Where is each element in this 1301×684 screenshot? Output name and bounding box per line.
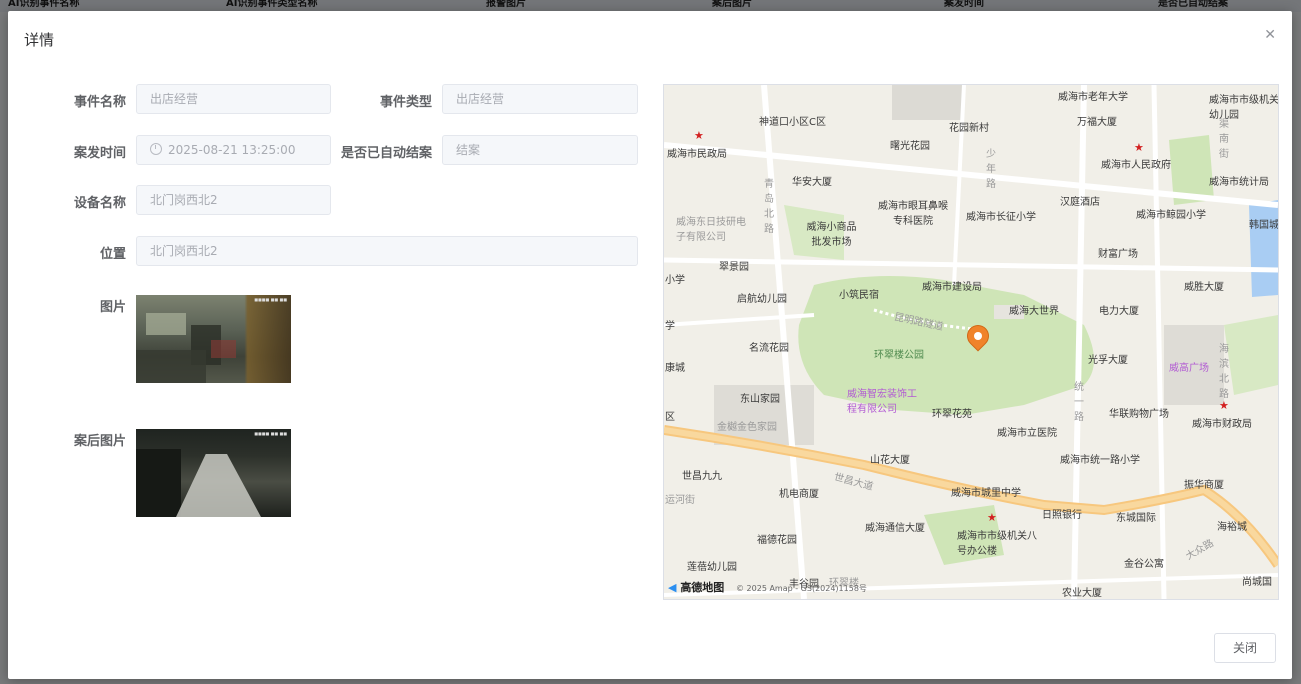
event-type-label: 事件类型 [379,95,432,110]
map-label: 光孚大厦 [1088,355,1128,366]
map-label: 福德花园 [757,535,797,546]
map-label: 威海市老年大学 [1058,92,1128,103]
amap-logo: ◀ 高德地图 [668,579,724,595]
map-label: 金谷公寓 [1124,559,1164,570]
map-label: 韩国城 [1249,220,1279,231]
map-label: 海滨北路 [1219,344,1229,400]
auto-closed-label: 是否已自动结案 [340,146,432,161]
map-label: 威海市长征小学 [966,212,1036,223]
map-label: 莲蓓幼儿园 [687,562,737,573]
map-label: 电力大厦 [1099,306,1139,317]
map-label: 花园新村 [949,123,989,134]
detail-dialog: 详情 ✕ 事件名称 出店经营 事件类型 出店经营 案发时间 2025-08-21… [8,11,1292,679]
map-label: 威高广场 [1169,363,1209,374]
map-copyright: © 2025 Amap - GS(2024)1158号 [736,584,867,593]
map-label: 威海市鲸园小学 [1136,210,1206,221]
map-label: 运河街 [665,495,695,506]
amap-logo-icon: ◀ [668,581,677,594]
event-name-field[interactable]: 出店经营 [136,84,331,114]
map-label: 曙光花园 [890,141,930,152]
map-label: 山花大厦 [870,455,910,466]
map-label: 威海市眼耳鼻喉专科医院 [878,201,948,227]
image-label: 图片 [99,300,126,315]
map-label: 财富广场 [1098,249,1138,260]
map-label: 环翠楼公园 [874,350,924,361]
device-name-field[interactable]: 北门岗西北2 [136,185,331,215]
map-label: 小学 [665,275,685,286]
map-label: 学 [665,321,675,332]
map-label: 翠景园 [719,262,749,273]
dialog-title: 详情 [24,31,55,49]
location-field[interactable]: 北门岗西北2 [136,236,638,266]
map-label: 威海智宏装饰工程有限公司 [847,389,917,415]
map-label: 东城国际 [1116,513,1156,524]
map-label: 华安大厦 [792,177,832,188]
map-label: 农业大厦 [1062,588,1102,599]
map-label: 区 [665,412,675,423]
map-label: 日照银行 [1042,510,1082,521]
map-label: 少年路 [986,149,996,190]
map-label: 金樾金色家园 [717,422,777,433]
map-label: 康城 [665,363,685,374]
map-label: 海裕城 [1217,522,1247,533]
map-label: 威海大世界 [1009,306,1059,317]
alarm-image[interactable]: ■■■■ ■■ ■■ [136,295,291,383]
map-label: 威海东日技研电子有限公司 [676,217,746,243]
device-name-label: 设备名称 [73,196,126,211]
map-label: 世昌九九 [682,471,722,482]
map-label: 名流花园 [749,343,789,354]
location-label: 位置 [99,247,126,262]
poi-star-icon: ★ [1219,399,1229,412]
map-label: 威海市建设局 [922,282,982,293]
map-label: 振华商厦 [1184,480,1224,491]
map-label: 启航幼儿园 [737,294,787,305]
map-label: 威海市民政局 [667,149,727,160]
poi-star-icon: ★ [1134,141,1144,154]
map-label: 威海市统一路小学 [1060,455,1140,466]
map-label: 华联购物广场 [1109,409,1169,420]
auto-closed-field[interactable]: 结案 [442,135,638,165]
map-label: 尚城国 [1242,577,1272,588]
poi-star-icon: ★ [694,129,704,142]
map-label: 威海市人民政府 [1101,160,1171,171]
after-image[interactable]: ■■■■ ■■ ■■ [136,429,291,517]
map-label: 东山家园 [740,394,780,405]
after-image-label: 案后图片 [73,434,126,449]
map-label: 青岛北路 [764,179,774,235]
location-map[interactable]: 神道口小区C区 花园新村 威海市老年大学 万福大厦 威海市市级机关幼儿园 ★ 威… [663,84,1279,600]
incident-time-value: 2025-08-21 13:25:00 [168,143,296,157]
map-label: 威海市城里中学 [951,488,1021,499]
poi-star-icon: ★ [987,511,997,524]
map-label: 威海市统计局 [1209,177,1269,188]
map-label: 汉庭酒店 [1060,197,1100,208]
map-label: 小筑民宿 [839,290,879,301]
amap-logo-text: 高德地图 [680,581,725,594]
event-name-label: 事件名称 [73,95,126,110]
map-label: 万福大厦 [1077,117,1117,128]
map-label: 威海市市级机关八号办公楼 [957,531,1037,557]
map-label: 神道口小区C区 [759,117,826,128]
clock-icon [150,143,162,155]
map-label: 机电商厦 [779,489,819,500]
event-type-field[interactable]: 出店经营 [442,84,638,114]
incident-time-label: 案发时间 [73,146,126,161]
map-label: 威胜大厦 [1184,282,1224,293]
map-label: 环翠花苑 [932,409,972,420]
map-label: 威海通信大厦 [865,523,925,534]
close-button[interactable]: 关闭 [1214,633,1276,663]
map-label: 威海小商品批发市场 [806,222,857,248]
map-label: 威海市立医院 [997,428,1057,439]
map-label: 渠南街 [1219,119,1229,160]
map-label: 统一路 [1074,382,1084,423]
close-icon[interactable]: ✕ [1264,27,1276,43]
incident-time-field[interactable]: 2025-08-21 13:25:00 [136,135,331,165]
map-label: 威海市财政局 [1192,419,1252,430]
